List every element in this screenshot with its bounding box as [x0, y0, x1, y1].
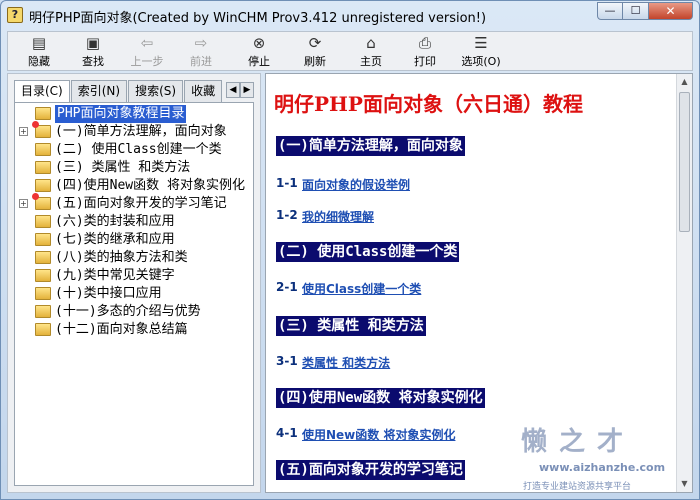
tree-item-label: (八)类的抽象方法和类 — [55, 250, 188, 265]
toolbar-button-label: 选项(O) — [461, 55, 501, 68]
toolbar-button-label: 前进 — [190, 55, 212, 68]
watermark-logo: 懒之才 — [521, 427, 636, 457]
maximize-button[interactable]: ☐ — [623, 2, 649, 20]
tab-0[interactable]: 目录(C) — [14, 80, 70, 103]
book-icon — [35, 161, 51, 174]
book-icon — [35, 269, 51, 282]
section-link[interactable]: 我的细微理解 — [302, 208, 374, 225]
expand-toggle-icon[interactable]: + — [19, 127, 28, 136]
tab-scroll-right-icon[interactable]: ▶ — [240, 82, 254, 98]
tree-item-label: (十二)面向对象总结篇 — [55, 322, 188, 337]
toolbar-button-label: 刷新 — [304, 55, 326, 68]
tab-3[interactable]: 收藏 — [184, 80, 223, 102]
tab-2[interactable]: 搜索(S) — [128, 80, 184, 102]
book-icon — [35, 233, 51, 246]
book-icon — [35, 107, 51, 120]
toolbar-button-label: 打印 — [414, 55, 436, 68]
section-link[interactable]: 使用Class创建一个类 — [302, 280, 421, 297]
locate-icon: ▣ — [85, 34, 101, 52]
back-arrow-icon: ⇦ — [140, 34, 154, 52]
tree-item-label: (六)类的封装和应用 — [55, 214, 175, 229]
home-icon: ⌂ — [366, 34, 376, 52]
book-icon — [32, 121, 51, 138]
book-icon — [35, 323, 51, 336]
chapter-heading[interactable]: (五)面向对象开发的学习笔记 — [276, 460, 465, 480]
chapter-heading[interactable]: (一)简单方法理解，面向对象 — [276, 136, 465, 156]
help-app-icon: ? — [7, 7, 23, 23]
toolbar-button-6[interactable]: ⌂ 主页 — [346, 34, 396, 70]
navigation-pane: 目录(C) 索引(N) 搜索(S) 收藏 ◀ ▶ PHP面向对象教程目录 + (一)简单方… — [7, 73, 261, 493]
toolbar-button-label: 主页 — [360, 55, 382, 68]
toolbar-button-4[interactable]: ⊗ 停止 — [234, 34, 284, 70]
tree-item-label: (七)类的继承和应用 — [55, 232, 175, 247]
toolbar-button-8[interactable]: ☰ 选项(O) — [456, 34, 506, 70]
section-link[interactable]: 使用New函数 将对象实例化 — [302, 426, 455, 443]
tree-item-label: (九)类中常见关键字 — [55, 268, 175, 283]
site-watermark: 懒之才 www.aizhanzhe.com 打造专业建站资源共享平台 — [521, 421, 700, 499]
watermark-slogan: 打造专业建站资源共享平台 — [523, 482, 632, 492]
refresh-icon: ⟳ — [308, 34, 322, 52]
forward-arrow-icon: ⇨ — [194, 34, 208, 52]
section-number: 1-2 — [276, 208, 298, 222]
close-button[interactable]: ✕ — [649, 2, 693, 20]
tab-1[interactable]: 索引(N) — [70, 80, 128, 102]
minimize-button[interactable]: — — [597, 2, 623, 20]
tree-item-label: (五)面向对象开发的学习笔记 — [55, 196, 227, 211]
contents-tree: PHP面向对象教程目录 + (一)简单方法理解，面向对象 (二) 使用Class创建一… — [14, 102, 254, 486]
tree-item-label: (十一)多态的介绍与优势 — [55, 304, 201, 319]
document-title: 明仔PHP面向对象（六日通）教程 — [274, 92, 583, 116]
toolbar-button-5[interactable]: ⟳ 刷新 — [290, 34, 340, 70]
toolbar-button-label: 上一步 — [130, 55, 164, 68]
stop-icon: ⊗ — [252, 34, 266, 52]
book-icon — [35, 287, 51, 300]
book-icon — [35, 305, 51, 318]
options-icon: ☰ — [474, 34, 488, 52]
book-icon — [32, 193, 51, 210]
book-icon — [35, 143, 51, 156]
section-number: 4-1 — [276, 426, 298, 440]
tree-item-label: (三) 类属性 和类方法 — [55, 160, 191, 175]
chapter-heading[interactable]: (二) 使用Class创建一个类 — [276, 242, 460, 262]
section-number: 3-1 — [276, 354, 298, 368]
tree-item-label: (十)类中接口应用 — [55, 286, 162, 301]
toolbar-button-0[interactable]: ▤ 隐藏 — [14, 34, 64, 70]
toolbar-button-3[interactable]: ⇨ 前进 — [176, 34, 226, 70]
section-link[interactable]: 类属性 和类方法 — [302, 354, 390, 371]
window-title: 明仔PHP面向对象(Created by WinCHM Prov3.412 un… — [29, 11, 487, 26]
tree-item-label: (二) 使用Class创建一个类 — [55, 142, 222, 157]
chapter-heading[interactable]: (三) 类属性 和类方法 — [276, 316, 426, 336]
book-icon — [35, 215, 51, 228]
tree-item-label: (四)使用New函数 将对象实例化 — [55, 178, 245, 193]
section-link[interactable]: 面向对象的假设举例 — [302, 176, 410, 193]
toolbar-button-label: 隐藏 — [28, 55, 50, 68]
watermark-url: www.aizhanzhe.com — [539, 461, 666, 474]
scroll-up-icon[interactable]: ▲ — [677, 74, 692, 90]
hide-pane-icon: ▤ — [31, 34, 47, 52]
toolbar-button-label: 查找 — [82, 55, 104, 68]
toolbar-button-1[interactable]: ▣ 查找 — [68, 34, 118, 70]
section-number: 1-1 — [276, 176, 298, 190]
tab-scroll-left-icon[interactable]: ◀ — [226, 82, 240, 98]
expand-toggle-icon[interactable]: + — [19, 199, 28, 208]
chapter-heading[interactable]: (四)使用New函数 将对象实例化 — [276, 388, 485, 408]
printer-icon: ⎙ — [418, 34, 431, 52]
scroll-thumb[interactable] — [679, 92, 690, 232]
toolbar-button-7[interactable]: ⎙ 打印 — [400, 34, 450, 70]
book-icon — [35, 251, 51, 264]
tree-item-label: PHP面向对象教程目录 — [55, 105, 187, 123]
toolbar-button-label: 停止 — [248, 55, 270, 68]
section-number: 2-1 — [276, 280, 298, 294]
toolbar: ▤ 隐藏 ▣ 查找 ⇦ 上一步 ⇨ 前进 ⊗ 停止 ⟳ 刷新 ⌂ 主页 ⎙ 打印 ☰ 选项(O) — [7, 31, 693, 71]
title-bar[interactable]: ? 明仔PHP面向对象(Created by WinCHM Prov3.412 … — [1, 1, 699, 29]
toolbar-button-2[interactable]: ⇦ 上一步 — [122, 34, 172, 70]
app-window: ? 明仔PHP面向对象(Created by WinCHM Prov3.412 … — [0, 0, 700, 500]
tree-item-label: (一)简单方法理解，面向对象 — [55, 124, 227, 139]
book-icon — [35, 179, 51, 192]
